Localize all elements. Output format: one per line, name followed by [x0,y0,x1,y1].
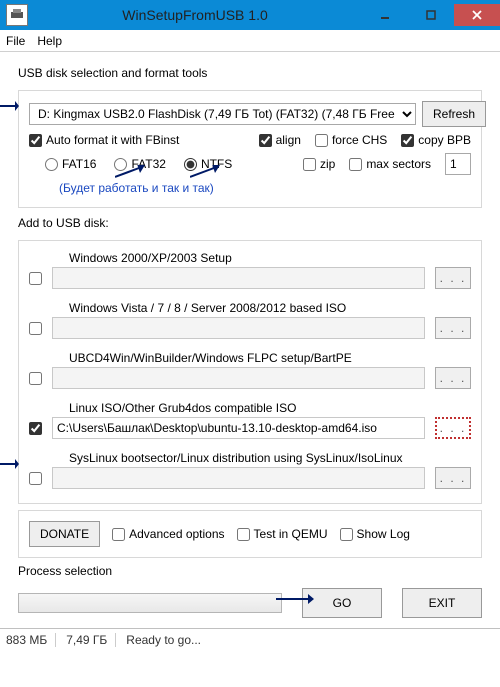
usb-group: D: Kingmax USB2.0 FlashDisk (7,49 ГБ Tot… [18,90,482,208]
fat32-radio[interactable]: FAT32 [114,157,165,171]
minimize-button[interactable] [362,4,408,26]
maximize-button[interactable] [408,4,454,26]
syslinux-browse[interactable]: . . . [435,467,471,489]
annotation-arrow-icon [0,99,19,113]
linux-path-input[interactable] [52,417,425,439]
options-panel: DONATE Advanced options Test in QEMU Sho… [18,510,482,558]
advanced-check[interactable]: Advanced options [112,527,224,541]
linux-label: Linux ISO/Other Grub4dos compatible ISO [69,401,471,415]
process-label: Process selection [18,564,482,578]
showlog-check[interactable]: Show Log [340,527,410,541]
winvista-label: Windows Vista / 7 / 8 / Server 2008/2012… [69,301,471,315]
syslinux-check[interactable] [29,472,42,485]
win2000-label: Windows 2000/XP/2003 Setup [69,251,471,265]
ubcd-path [52,367,425,389]
disk-select[interactable]: D: Kingmax USB2.0 FlashDisk (7,49 ГБ Tot… [29,103,416,125]
menu-help[interactable]: Help [37,34,62,48]
ubcd-browse[interactable]: . . . [435,367,471,389]
syslinux-label: SysLinux bootsector/Linux distribution u… [69,451,471,465]
exit-button[interactable]: EXIT [402,588,482,618]
ubcd-label: UBCD4Win/WinBuilder/Windows FLPC setup/B… [69,351,471,365]
status-text: Ready to go... [126,633,209,647]
progress-bar [18,593,282,613]
linux-browse[interactable]: . . . [435,417,471,439]
donate-button[interactable]: DONATE [29,521,100,547]
autoformat-check[interactable]: Auto format it with FBinst [29,133,179,147]
refresh-button[interactable]: Refresh [422,101,486,127]
status-size2: 7,49 ГБ [66,633,116,647]
autoformat-checkbox[interactable] [29,134,42,147]
autoformat-label: Auto format it with FBinst [46,133,179,147]
usb-group-label: USB disk selection and format tools [18,66,482,80]
fs-note: (Будет работать и так и так) [59,181,471,195]
winvista-path [52,317,425,339]
winvista-check[interactable] [29,322,42,335]
win2000-browse[interactable]: . . . [435,267,471,289]
window-title: WinSetupFromUSB 1.0 [28,7,362,23]
ubcd-check[interactable] [29,372,42,385]
win2000-path [52,267,425,289]
winvista-browse[interactable]: . . . [435,317,471,339]
annotation-arrow-icon [0,457,19,471]
menubar: File Help [0,30,500,52]
qemu-check[interactable]: Test in QEMU [237,527,328,541]
win2000-check[interactable] [29,272,42,285]
maxsectors-input[interactable] [445,153,471,175]
titlebar: WinSetupFromUSB 1.0 [0,0,500,30]
statusbar: 883 МБ 7,49 ГБ Ready to go... [0,628,500,650]
linux-check[interactable] [29,422,42,435]
menu-file[interactable]: File [6,34,25,48]
go-button[interactable]: GO [302,588,382,618]
close-button[interactable] [454,4,500,26]
app-icon [6,4,28,26]
zip-check[interactable]: zip [303,157,335,171]
maxsectors-check[interactable]: max sectors [349,157,431,171]
fat16-radio[interactable]: FAT16 [45,157,96,171]
copybpb-check[interactable]: copy BPB [401,133,471,147]
ntfs-radio[interactable]: NTFS [184,157,232,171]
status-size1: 883 МБ [6,633,56,647]
forcechs-check[interactable]: force CHS [315,133,387,147]
align-check[interactable]: align [259,133,301,147]
add-group: Windows 2000/XP/2003 Setup . . . Windows… [18,240,482,504]
add-group-label: Add to USB disk: [18,216,482,230]
syslinux-path [52,467,425,489]
